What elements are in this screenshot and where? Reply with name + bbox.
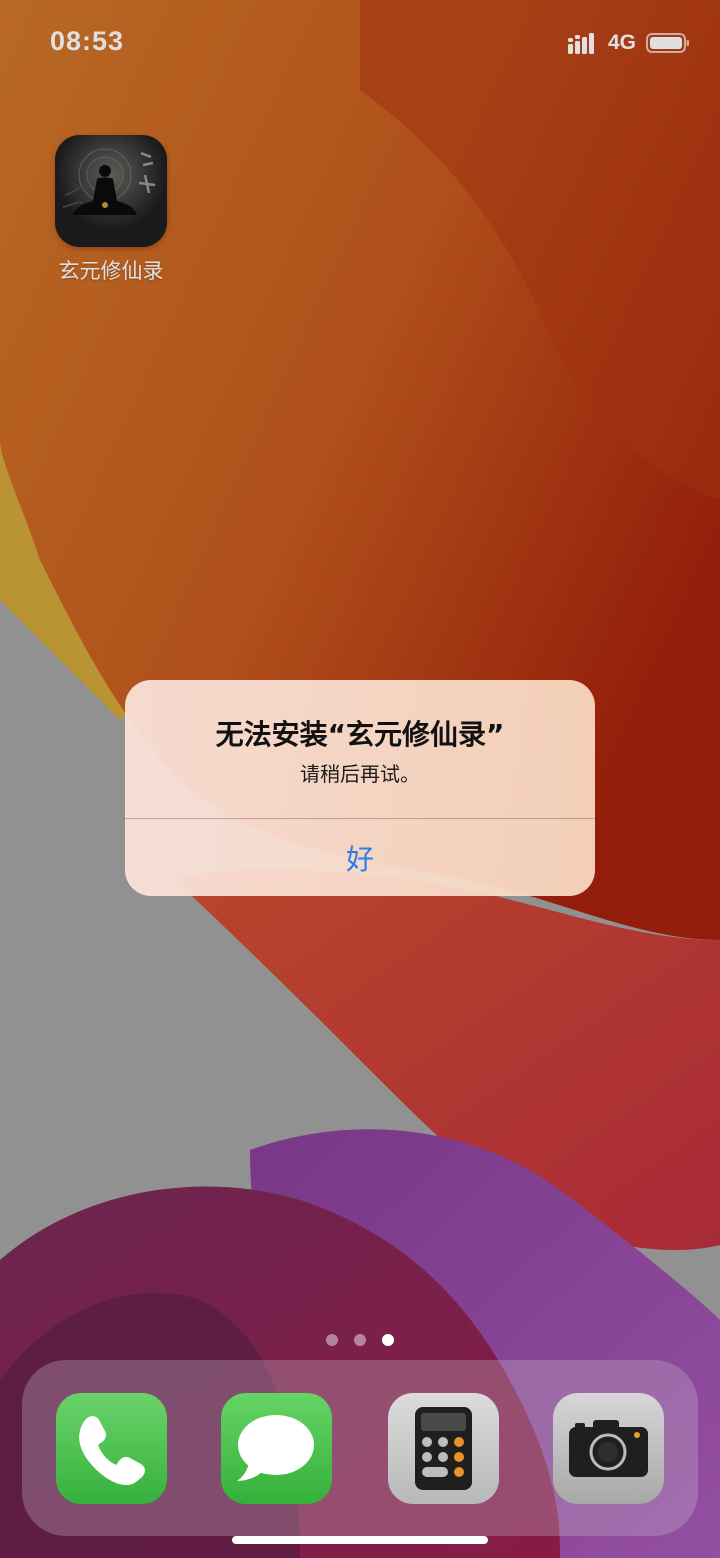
dock [22,1360,698,1536]
home-screen: 08:53 4G 玄元修仙录 无法安装“玄元修仙录” 请稍后再试。 好 [0,0,720,1558]
alert-title: 无法安装“玄元修仙录” [215,718,505,751]
alert-message: 请稍后再试。 [300,762,420,786]
camera-app[interactable] [553,1393,664,1504]
messages-app[interactable] [221,1393,332,1504]
install-error-alert: 无法安装“玄元修仙录” 请稍后再试。 好 [125,680,595,896]
calculator-app[interactable] [388,1393,499,1504]
messages-icon[interactable] [221,1393,332,1504]
page-indicator[interactable] [326,1334,410,1346]
page-dot-active[interactable] [382,1334,394,1346]
phone-app[interactable] [56,1393,167,1504]
phone-icon[interactable] [56,1393,167,1504]
camera-icon[interactable] [553,1393,664,1504]
page-dot[interactable] [354,1334,366,1346]
page-dot[interactable] [326,1334,338,1346]
ok-button[interactable]: 好 [125,819,595,896]
home-indicator[interactable] [232,1536,488,1544]
calculator-icon[interactable] [388,1393,499,1504]
